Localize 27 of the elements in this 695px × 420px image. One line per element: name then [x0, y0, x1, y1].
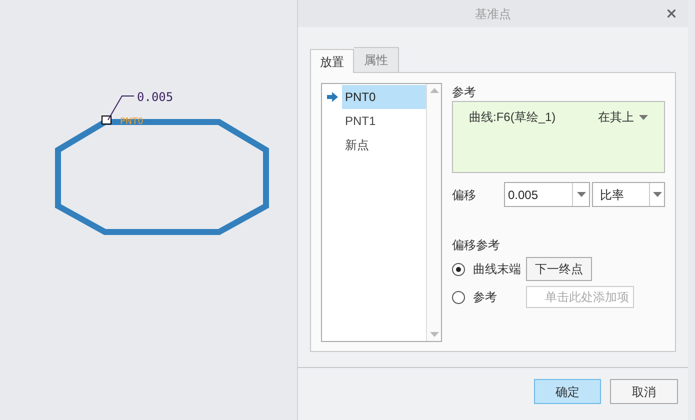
offset-reference-label: 偏移参考: [452, 237, 501, 254]
offset-label: 偏移: [452, 186, 477, 204]
close-icon[interactable]: [665, 7, 678, 20]
next-endpoint-button[interactable]: 下一终点: [526, 257, 592, 281]
caret-icon: [576, 192, 586, 197]
offset-field[interactable]: 0.005: [504, 182, 590, 207]
radio-button[interactable]: [452, 290, 465, 304]
tab[interactable]: 放置: [310, 49, 354, 73]
cancel-button[interactable]: 取消: [610, 379, 678, 404]
caret-icon: [639, 114, 648, 120]
reference-item: 曲线:F6(草绘_1): [469, 109, 556, 126]
sketch-drawing: 0.005 PNT0: [0, 0, 297, 260]
radio-button[interactable]: [452, 262, 465, 276]
tab[interactable]: 属性: [354, 47, 399, 72]
radio-label: 参考: [473, 289, 498, 306]
list-item[interactable]: 新点: [342, 133, 426, 157]
list-item[interactable]: PNT0: [342, 85, 426, 109]
offset-type-dropdown[interactable]: 比率: [592, 182, 665, 207]
radio-label: 曲线末端: [473, 261, 522, 278]
reference-box[interactable]: 曲线:F6(草绘_1) 在其上: [452, 101, 665, 173]
caret-icon: [652, 192, 662, 197]
ok-button[interactable]: 确定: [534, 379, 601, 404]
reference-label: 参考: [452, 84, 477, 101]
dialog-title: 基准点: [475, 6, 511, 22]
reference-field[interactable]: 单击此处添加项: [526, 286, 634, 308]
list-item[interactable]: PNT1: [342, 109, 426, 133]
constraint-dropdown[interactable]: 在其上: [598, 108, 648, 126]
